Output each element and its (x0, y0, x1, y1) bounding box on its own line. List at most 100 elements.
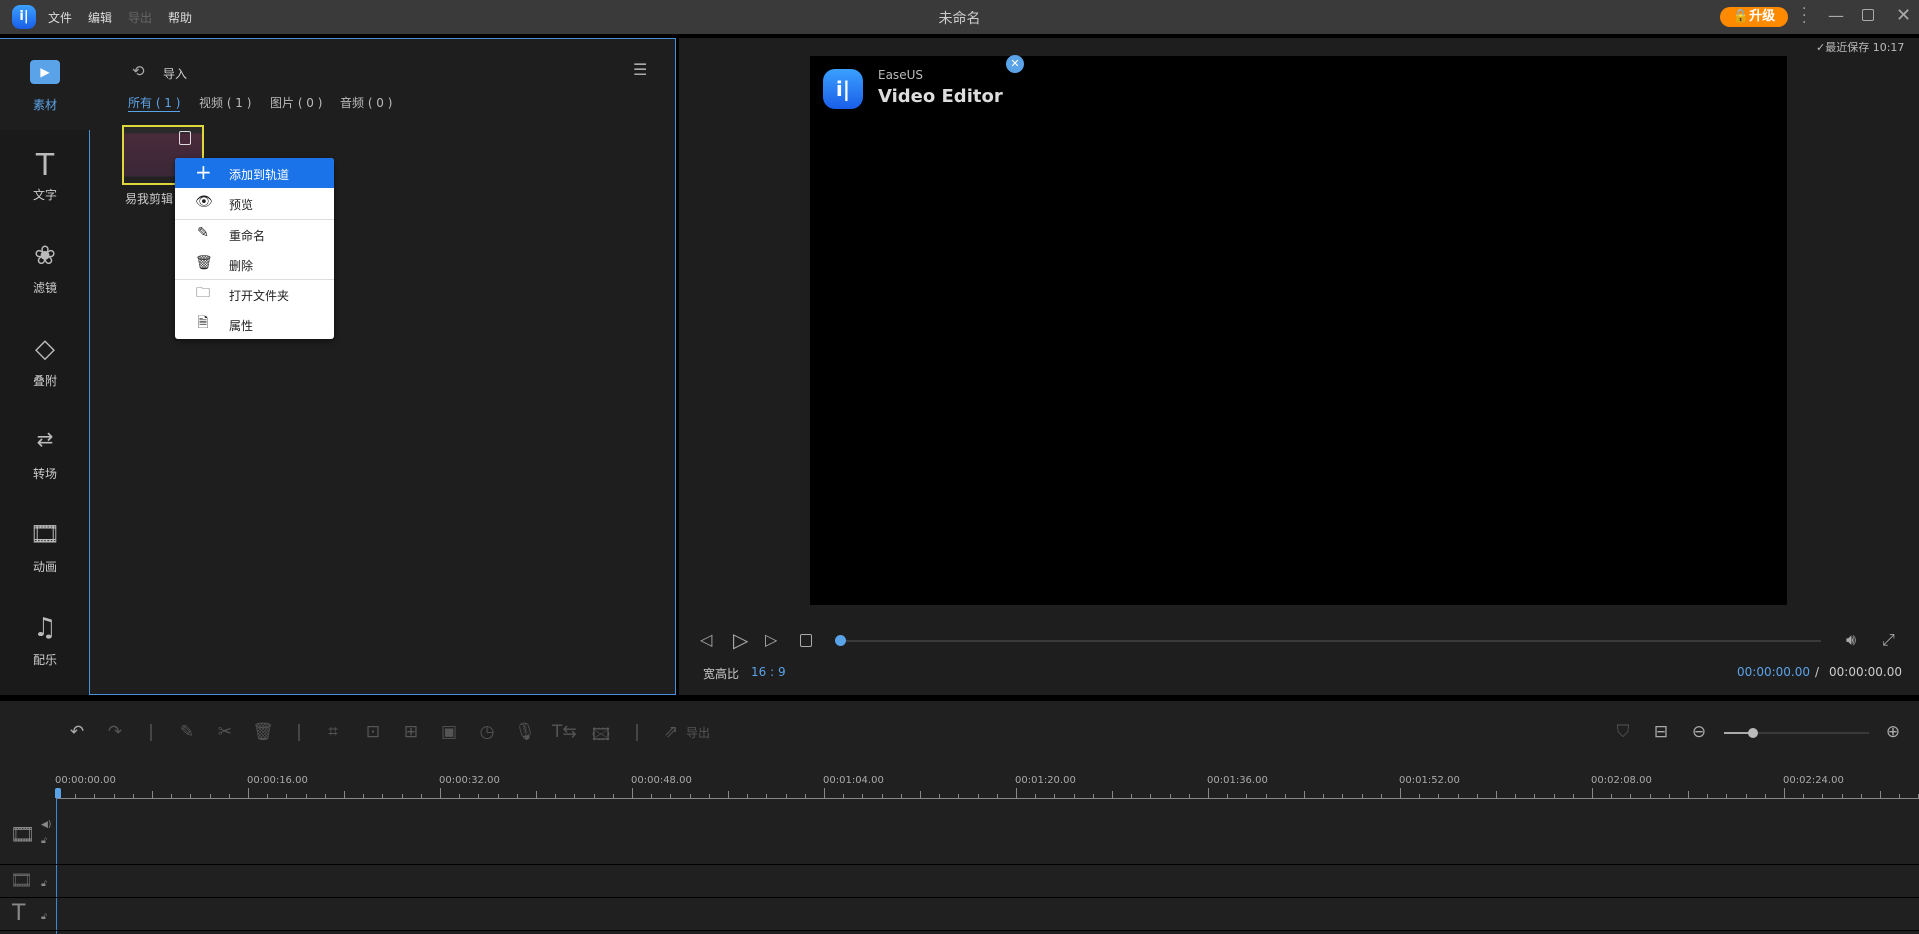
lock-icon[interactable]: 🔓︎ (41, 836, 47, 846)
cut-button[interactable]: ✂ (214, 722, 236, 744)
close-ad-icon[interactable]: ✕ (1006, 55, 1024, 73)
minimize-button[interactable]: — (1828, 6, 1844, 25)
ruler-tick (785, 794, 787, 798)
zoom-crop-icon[interactable]: ⊡ (362, 722, 384, 744)
ruler-tick (478, 794, 480, 798)
ruler-label: 00:01:04.00 (823, 775, 884, 786)
ruler-tick (881, 794, 883, 798)
ruler-baseline (56, 798, 1919, 799)
image-icon[interactable]: 🖾 (590, 722, 612, 745)
redo-button[interactable]: ↷ (104, 722, 126, 744)
playback-handle[interactable] (835, 635, 846, 646)
menu-item-open-folder[interactable]: 🗀 打开文件夹 (175, 279, 334, 309)
marker-icon[interactable]: ⛉ (1612, 722, 1634, 744)
menu-item-rename[interactable]: ✎ 重命名 (175, 219, 334, 249)
total-time: 00:00:00.00 (1829, 665, 1902, 679)
ruler-tick (1784, 788, 1785, 798)
restore-button[interactable] (1862, 9, 1874, 21)
ruler-tick (1016, 788, 1017, 798)
next-frame-button[interactable]: ▷ (765, 630, 777, 649)
ruler-tick (171, 794, 173, 798)
menu-item-delete[interactable]: 🗑 删除 (175, 249, 334, 279)
sidebar-item-music[interactable]: ♫ 配乐 (0, 613, 90, 667)
import-icon[interactable]: ⟲ (132, 62, 145, 80)
upgrade-button[interactable]: 🔒升级 (1720, 7, 1788, 27)
tab-video[interactable]: 视频 ( 1 ) (199, 94, 251, 111)
pencil-icon: ✎ (197, 225, 209, 241)
crop-icon[interactable]: ⌗ (322, 722, 344, 744)
playhead-handle[interactable] (55, 788, 61, 798)
ruler-tick (1131, 794, 1133, 798)
tab-all[interactable]: 所有 ( 1 ) (128, 94, 181, 112)
sidebar-item-text[interactable]: T 文字 (0, 148, 90, 202)
export-button[interactable]: 导出 (686, 724, 710, 741)
zoom-out-icon[interactable]: ⊖ (1688, 722, 1710, 744)
fit-icon[interactable]: ⊟ (1650, 722, 1672, 744)
sidebar-item-media[interactable]: ▶ 素材 (0, 60, 90, 112)
ruler-tick (1726, 794, 1728, 798)
play-button[interactable]: ▷ (733, 628, 748, 652)
ruler-tick (382, 794, 384, 798)
transition-icon: ⇄ (36, 427, 54, 451)
text-track: T 🔓︎ (0, 898, 1919, 931)
speed-icon[interactable]: ◷ (476, 722, 498, 744)
menu-item-preview[interactable]: 👁 预览 (175, 188, 334, 218)
menu-item-add-to-track[interactable]: + 添加到轨道 (175, 158, 334, 188)
sidebar-label: 叠附 (32, 374, 57, 388)
ruler-tick (152, 791, 153, 798)
menu-label: 删除 (229, 259, 254, 273)
sidebar-label: 滤镜 (32, 281, 57, 295)
volume-icon[interactable]: 🔊︎ (1846, 630, 1856, 650)
ruler-tick (1419, 794, 1421, 798)
mosaic-icon[interactable]: ⊞ (400, 722, 422, 744)
ruler-tick (1150, 794, 1152, 798)
edit-button[interactable]: ✎ (176, 722, 198, 744)
text-to-speech-icon[interactable]: T⇆ (552, 722, 577, 744)
animation-icon: 🎞 (29, 520, 61, 548)
sidebar-item-overlay[interactable]: ◇ 叠附 (0, 334, 90, 388)
ruler-tick (1668, 794, 1670, 798)
brand-logo: i| (823, 69, 863, 109)
tab-audio[interactable]: 音频 ( 0 ) (340, 94, 392, 111)
fullscreen-icon[interactable]: ⤢ (1882, 630, 1895, 650)
freeze-icon[interactable]: ▣ (438, 722, 460, 744)
speaker-icon[interactable]: ◀) (41, 820, 51, 830)
ruler-tick (228, 794, 230, 798)
ruler-tick (920, 791, 921, 798)
ruler-tick (305, 794, 307, 798)
ruler-tick (248, 788, 249, 798)
film-icon: 🎞 (10, 870, 33, 891)
ruler-tick (1515, 794, 1517, 798)
aspect-value[interactable]: 16 : 9 (751, 665, 786, 679)
sidebar-item-animation[interactable]: 🎞 动画 (0, 520, 90, 574)
sidebar-item-filter[interactable]: ❀ 滤镜 (0, 241, 90, 295)
tab-image[interactable]: 图片 ( 0 ) (270, 94, 322, 111)
prev-frame-button[interactable]: ◁ (700, 630, 712, 649)
media-file-name: 易我剪辑 (125, 192, 174, 206)
sidebar-item-transition[interactable]: ⇄ 转场 (0, 427, 90, 481)
lock-icon[interactable]: 🔓︎ (41, 879, 47, 889)
context-menu: + 添加到轨道 👁 预览 ✎ 重命名 🗑 删除 🗀 打开文件夹 🗎 属性 (175, 158, 334, 339)
trash-icon: 🗑 (195, 255, 213, 271)
zoom-handle[interactable] (1748, 728, 1758, 738)
more-icon[interactable]: · · · (1802, 2, 1806, 30)
list-view-icon[interactable]: ☰ (633, 60, 647, 79)
lock-icon[interactable]: 🔓︎ (41, 912, 47, 922)
ruler-tick (209, 794, 211, 798)
menu-label: 添加到轨道 (229, 168, 290, 182)
timeline-ruler[interactable]: 00:00:00.00 00:00:16.00 00:00:32.00 00:00:4… (0, 770, 1919, 806)
document-icon: 🗎 (197, 315, 209, 331)
zoom-in-icon[interactable]: ⊕ (1882, 722, 1904, 744)
undo-button[interactable]: ↶ (66, 722, 88, 744)
import-button[interactable]: 导入 (163, 65, 187, 82)
voiceover-icon[interactable]: 🎙︎ (514, 722, 536, 744)
menu-item-properties[interactable]: 🗎 属性 (175, 309, 334, 339)
zoom-slider[interactable] (1724, 732, 1869, 734)
playback-slider[interactable] (838, 640, 1821, 642)
ruler-tick (267, 794, 269, 798)
stop-button[interactable] (800, 634, 812, 647)
ruler-tick (1323, 794, 1325, 798)
delete-button[interactable]: 🗑 (252, 722, 274, 744)
close-button[interactable]: ✕ (1896, 5, 1911, 26)
export-icon[interactable]: ⇗ (660, 722, 682, 744)
